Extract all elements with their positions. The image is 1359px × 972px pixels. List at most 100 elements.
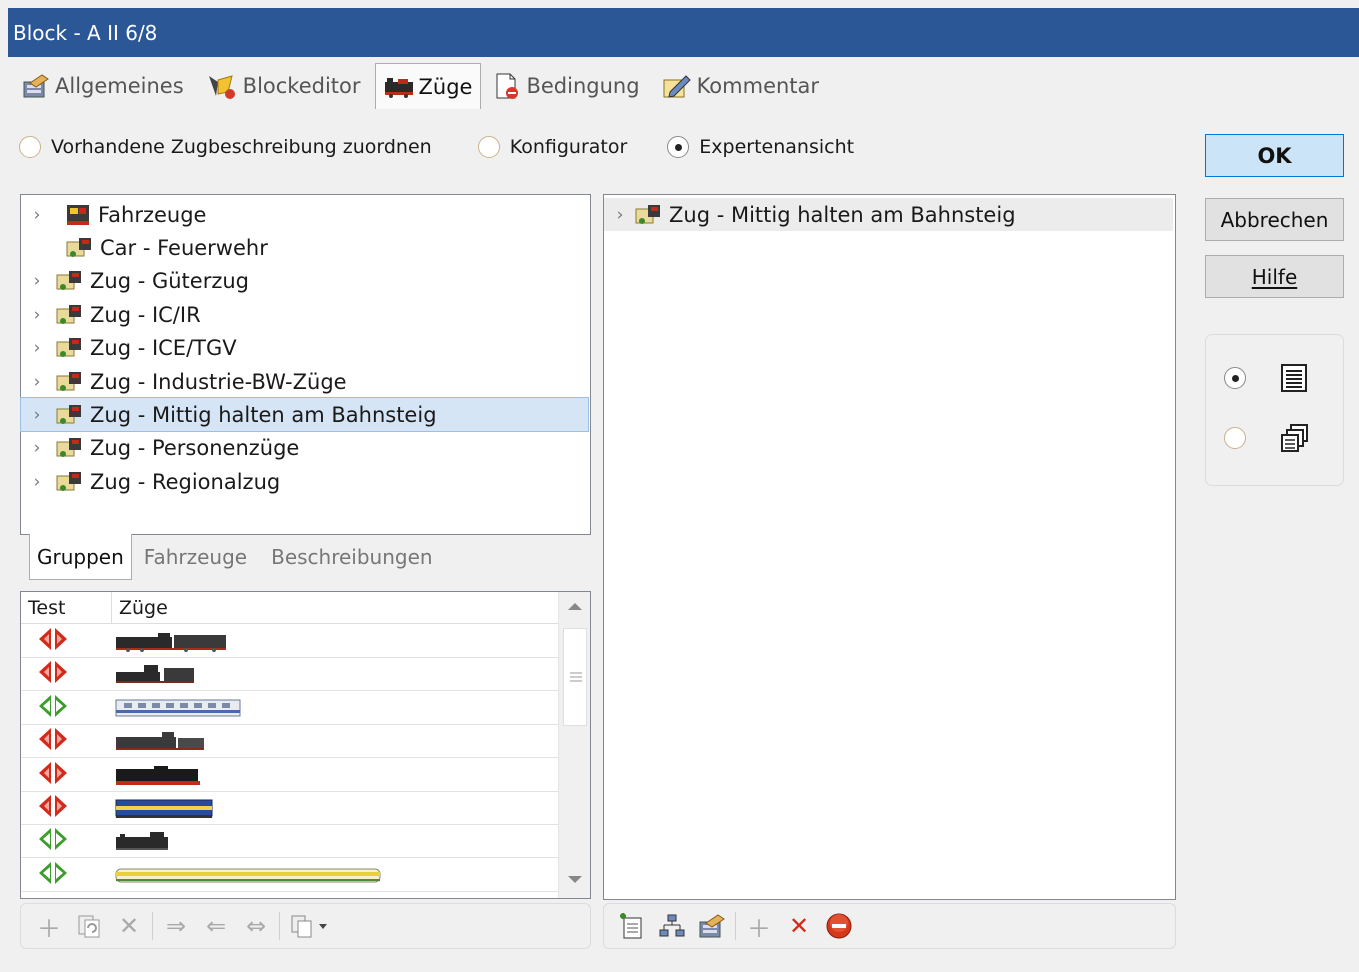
subtab-beschreibungen[interactable]: Beschreibungen [259, 534, 444, 580]
table-row[interactable] [21, 759, 559, 792]
ok-button[interactable]: OK [1205, 134, 1344, 177]
new-description-icon[interactable] [612, 906, 652, 946]
test-cell[interactable] [21, 693, 112, 723]
add-icon[interactable]: ＋ [739, 906, 779, 946]
test-cell[interactable] [21, 860, 112, 890]
assigned-trains-tree[interactable]: › Zug - Mittig halten am Bahnsteig [603, 194, 1176, 900]
radio-assign[interactable] [19, 136, 41, 158]
tab-bedingung[interactable]: Bedingung [485, 64, 647, 108]
train-group-icon [55, 470, 83, 494]
test-fail-icon[interactable] [36, 760, 70, 790]
train-cell[interactable] [112, 629, 559, 653]
mode-option-expert[interactable]: Expertenansicht [667, 136, 854, 158]
scroll-down-icon[interactable] [566, 874, 584, 886]
properties-icon[interactable] [692, 906, 732, 946]
test-ok-icon[interactable] [36, 860, 70, 890]
trains-grid[interactable]: Test Züge [20, 591, 591, 899]
train-group-icon [55, 336, 83, 360]
table-row[interactable] [21, 892, 559, 898]
chevron-right-icon[interactable]: › [610, 205, 630, 225]
copy-dropdown-icon[interactable] [283, 906, 337, 946]
tree-item[interactable]: › Zug - Güterzug [21, 265, 588, 298]
train-group-tree[interactable]: › Fahrzeuge Car - Feuerwehr › Zug - Güterzug… [20, 194, 591, 535]
subtab-gruppen[interactable]: Gruppen [29, 534, 132, 580]
tab-bar: Allgemeines Blockeditor Züge Bedingung K… [14, 63, 827, 109]
radio-cascade-view[interactable] [1224, 427, 1246, 449]
test-cell[interactable] [21, 659, 112, 689]
chevron-right-icon[interactable]: › [27, 405, 47, 425]
radio-expert[interactable] [667, 136, 690, 158]
cancel-button[interactable]: Abbrechen [1205, 198, 1344, 241]
arrow-right-icon[interactable]: ⇒ [156, 906, 196, 946]
replace-icon[interactable] [69, 906, 109, 946]
train-cell[interactable] [112, 796, 559, 820]
delete-icon[interactable]: ✕ [779, 906, 819, 946]
tree-item[interactable]: › Zug - Industrie-BW-Züge [21, 365, 588, 398]
train-cell[interactable] [112, 696, 559, 720]
radio-list-view[interactable] [1224, 367, 1246, 389]
mode-option-assign[interactable]: Vorhandene Zugbeschreibung zuordnen [19, 136, 432, 158]
train-cell[interactable] [112, 829, 559, 853]
test-cell[interactable] [21, 760, 112, 790]
column-header-zuege[interactable]: Züge [112, 592, 559, 623]
table-row[interactable] [21, 792, 559, 825]
test-fail-icon[interactable] [36, 659, 70, 689]
comment-icon [662, 72, 692, 100]
table-row[interactable] [21, 859, 559, 892]
view-option-cascade[interactable] [1224, 423, 1310, 453]
test-cell[interactable] [21, 626, 112, 656]
scroll-up-icon[interactable] [566, 600, 584, 612]
tree-item[interactable]: › Zug - IC/IR [21, 298, 588, 331]
test-cell[interactable] [21, 726, 112, 756]
train-cell[interactable] [112, 763, 559, 787]
chevron-right-icon[interactable]: › [27, 472, 47, 492]
mode-option-configurator[interactable]: Konfigurator [477, 136, 627, 158]
test-ok-icon[interactable] [36, 693, 70, 723]
tree-item[interactable]: › Zug - Regionalzug [21, 465, 588, 498]
table-row[interactable] [21, 692, 559, 725]
tab-allgemeines[interactable]: Allgemeines [14, 64, 192, 108]
table-row[interactable] [21, 725, 559, 759]
test-fail-icon[interactable] [36, 626, 70, 656]
subtab-fahrzeuge[interactable]: Fahrzeuge [132, 534, 259, 580]
grid-scrollbar[interactable] [558, 592, 590, 898]
table-row[interactable] [21, 625, 559, 658]
chevron-right-icon[interactable]: › [27, 438, 47, 458]
table-row[interactable] [21, 658, 559, 692]
add-icon[interactable]: ＋ [29, 906, 69, 946]
view-option-list[interactable] [1224, 363, 1308, 393]
chevron-right-icon[interactable]: › [27, 372, 47, 392]
test-fail-icon[interactable] [36, 726, 70, 756]
radio-configurator[interactable] [477, 136, 500, 158]
chevron-right-icon[interactable]: › [27, 338, 47, 358]
arrow-left-icon[interactable]: ⇐ [196, 906, 236, 946]
tree-item[interactable]: › Zug - ICE/TGV [21, 332, 588, 365]
train-cell[interactable] [112, 662, 559, 686]
chevron-right-icon[interactable]: › [27, 205, 47, 225]
tree-item-assigned[interactable]: › Zug - Mittig halten am Bahnsteig [604, 198, 1173, 231]
tab-zuege[interactable]: Züge [374, 63, 482, 109]
test-ok-icon[interactable] [36, 826, 70, 856]
tree-item[interactable]: Car - Feuerwehr [21, 231, 588, 264]
help-button[interactable]: Hilfe [1205, 255, 1344, 298]
table-row[interactable] [21, 825, 559, 859]
column-header-test[interactable]: Test [21, 592, 112, 623]
test-cell[interactable] [21, 826, 112, 856]
arrow-both-icon[interactable]: ⇔ [236, 906, 276, 946]
train-cell[interactable] [112, 729, 559, 753]
train-cell[interactable] [112, 863, 559, 887]
grip-icon [570, 672, 582, 682]
tab-blockeditor[interactable]: Blockeditor [198, 64, 369, 108]
tree-item[interactable]: › Fahrzeuge [21, 198, 588, 231]
test-fail-icon[interactable] [36, 793, 70, 823]
hierarchy-icon[interactable] [652, 906, 692, 946]
tree-item[interactable]: › Zug - Mittig halten am Bahnsteig [20, 397, 589, 433]
tab-kommentar[interactable]: Kommentar [654, 64, 827, 108]
remove-icon[interactable]: ✕ [109, 906, 149, 946]
scroll-thumb[interactable] [563, 628, 587, 726]
chevron-right-icon[interactable]: › [27, 271, 47, 291]
test-cell[interactable] [21, 793, 112, 823]
stop-icon[interactable] [819, 906, 859, 946]
chevron-right-icon[interactable]: › [27, 305, 47, 325]
tree-item[interactable]: › Zug - Personenzüge [21, 432, 588, 465]
